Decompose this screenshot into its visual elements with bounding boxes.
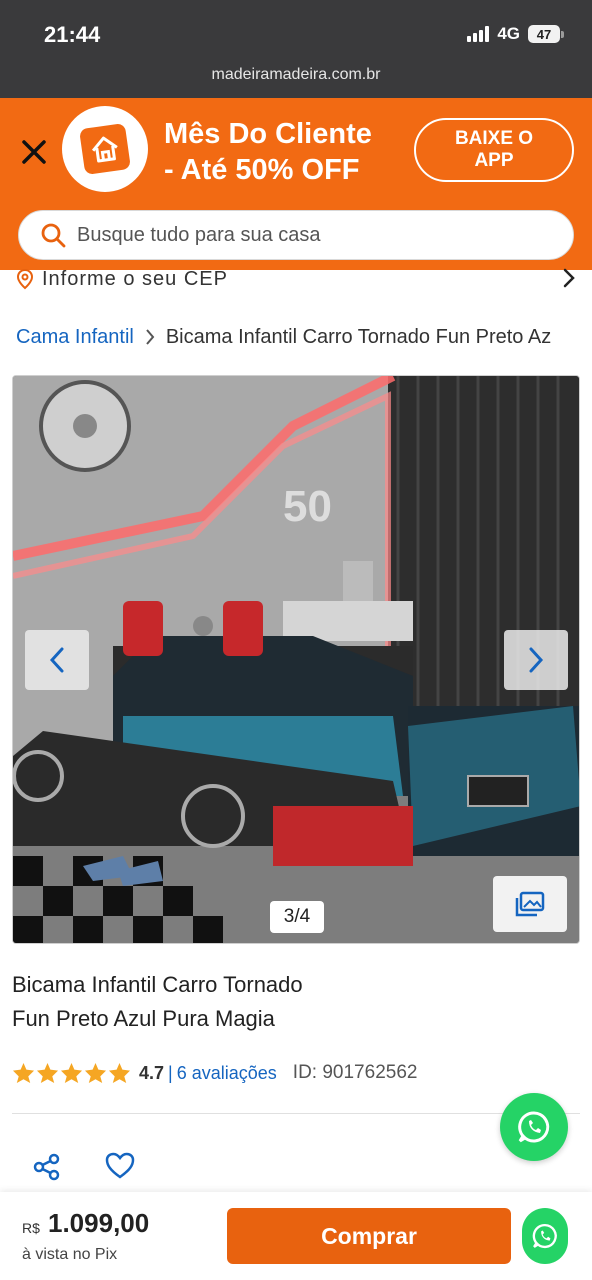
app-button-line-1: BAIXE O: [454, 128, 534, 149]
cep-selector[interactable]: Informe o seu CEP: [0, 262, 592, 296]
promo-line-1: Mês Do Cliente: [164, 118, 372, 150]
network-type: 4G: [497, 24, 520, 43]
whatsapp-icon: [518, 1111, 550, 1143]
status-time: 21:44: [44, 22, 101, 47]
chevron-right-icon: [529, 647, 544, 673]
gallery-counter: 3/4: [270, 901, 324, 933]
rating-stars: [12, 1062, 131, 1084]
browser-url[interactable]: madeiramadeira.com.br: [0, 66, 592, 84]
price-currency: R$: [22, 1220, 40, 1236]
star-icon: [108, 1062, 131, 1084]
gallery-icon: [515, 891, 545, 917]
whatsapp-float-button[interactable]: [500, 1093, 568, 1161]
purchase-bar: R$ 1.099,00 à vista no Pix Comprar: [0, 1192, 592, 1280]
star-icon: [84, 1062, 107, 1084]
product-title-line-1: Bicama Infantil Carro Tornado: [12, 972, 303, 997]
star-icon: [12, 1062, 35, 1084]
brand-logo-icon: [62, 106, 148, 192]
reviews-separator: |: [168, 1062, 173, 1083]
star-icon: [60, 1062, 83, 1084]
product-gallery[interactable]: 50 3/4: [12, 375, 580, 944]
product-title-line-2: Fun Preto Azul Pura Magia: [12, 1006, 275, 1031]
promo-headline: Mês Do Cliente - Até 50% OFF: [164, 116, 372, 188]
whatsapp-buy-button[interactable]: [522, 1208, 568, 1264]
svg-text:50: 50: [283, 482, 332, 531]
product-title: Bicama Infantil Carro Tornado Fun Preto …: [12, 968, 412, 1036]
signal-icon: [467, 26, 490, 42]
search-input[interactable]: [77, 223, 537, 247]
battery-icon: 47: [528, 25, 564, 43]
gallery-prev-button[interactable]: [25, 630, 89, 690]
product-id: ID: 901762562: [292, 1062, 418, 1083]
search-icon: [41, 223, 66, 248]
price-note: à vista no Pix: [22, 1246, 118, 1263]
search-bar: [0, 208, 592, 270]
breadcrumb: Cama Infantil Bicama Infantil Carro Torn…: [16, 322, 592, 352]
reviews-link[interactable]: 6 avaliações: [177, 1063, 277, 1084]
heart-icon[interactable]: [104, 1150, 136, 1182]
breadcrumb-current: Bicama Infantil Carro Tornado Fun Preto …: [165, 325, 552, 348]
status-indicators: 4G 47: [467, 24, 564, 44]
share-icon[interactable]: [32, 1152, 62, 1182]
search-box[interactable]: [18, 210, 574, 260]
divider: [12, 1113, 580, 1114]
battery-level: 47: [528, 25, 560, 43]
promo-banner: Mês Do Cliente - Até 50% OFF BAIXE O APP: [0, 98, 592, 208]
location-pin-icon: [16, 268, 34, 290]
chevron-right-icon: [563, 268, 575, 288]
chevron-right-icon: [146, 329, 155, 345]
rating-value: 4.7: [139, 1062, 165, 1083]
open-gallery-button[interactable]: [493, 876, 567, 932]
cep-label: Informe o seu CEP: [42, 267, 228, 290]
breadcrumb-parent-link[interactable]: Cama Infantil: [16, 326, 134, 349]
app-button-line-2: APP: [474, 150, 514, 171]
product-image: 50: [13, 376, 579, 943]
status-bar: 21:44 4G 47 madeiramadeira.com.br: [0, 0, 592, 98]
gallery-next-button[interactable]: [504, 630, 568, 690]
chevron-left-icon: [49, 647, 64, 673]
close-icon[interactable]: [18, 136, 50, 168]
star-icon: [36, 1062, 59, 1084]
rating-row: 4.7 | 6 avaliações ID: 901762562: [12, 1062, 417, 1084]
price-value: 1.099,00: [48, 1208, 150, 1238]
download-app-button[interactable]: BAIXE O APP: [414, 118, 574, 182]
buy-button[interactable]: Comprar: [227, 1208, 511, 1264]
whatsapp-icon: [532, 1223, 557, 1248]
promo-line-2: - Até 50% OFF: [164, 154, 360, 186]
